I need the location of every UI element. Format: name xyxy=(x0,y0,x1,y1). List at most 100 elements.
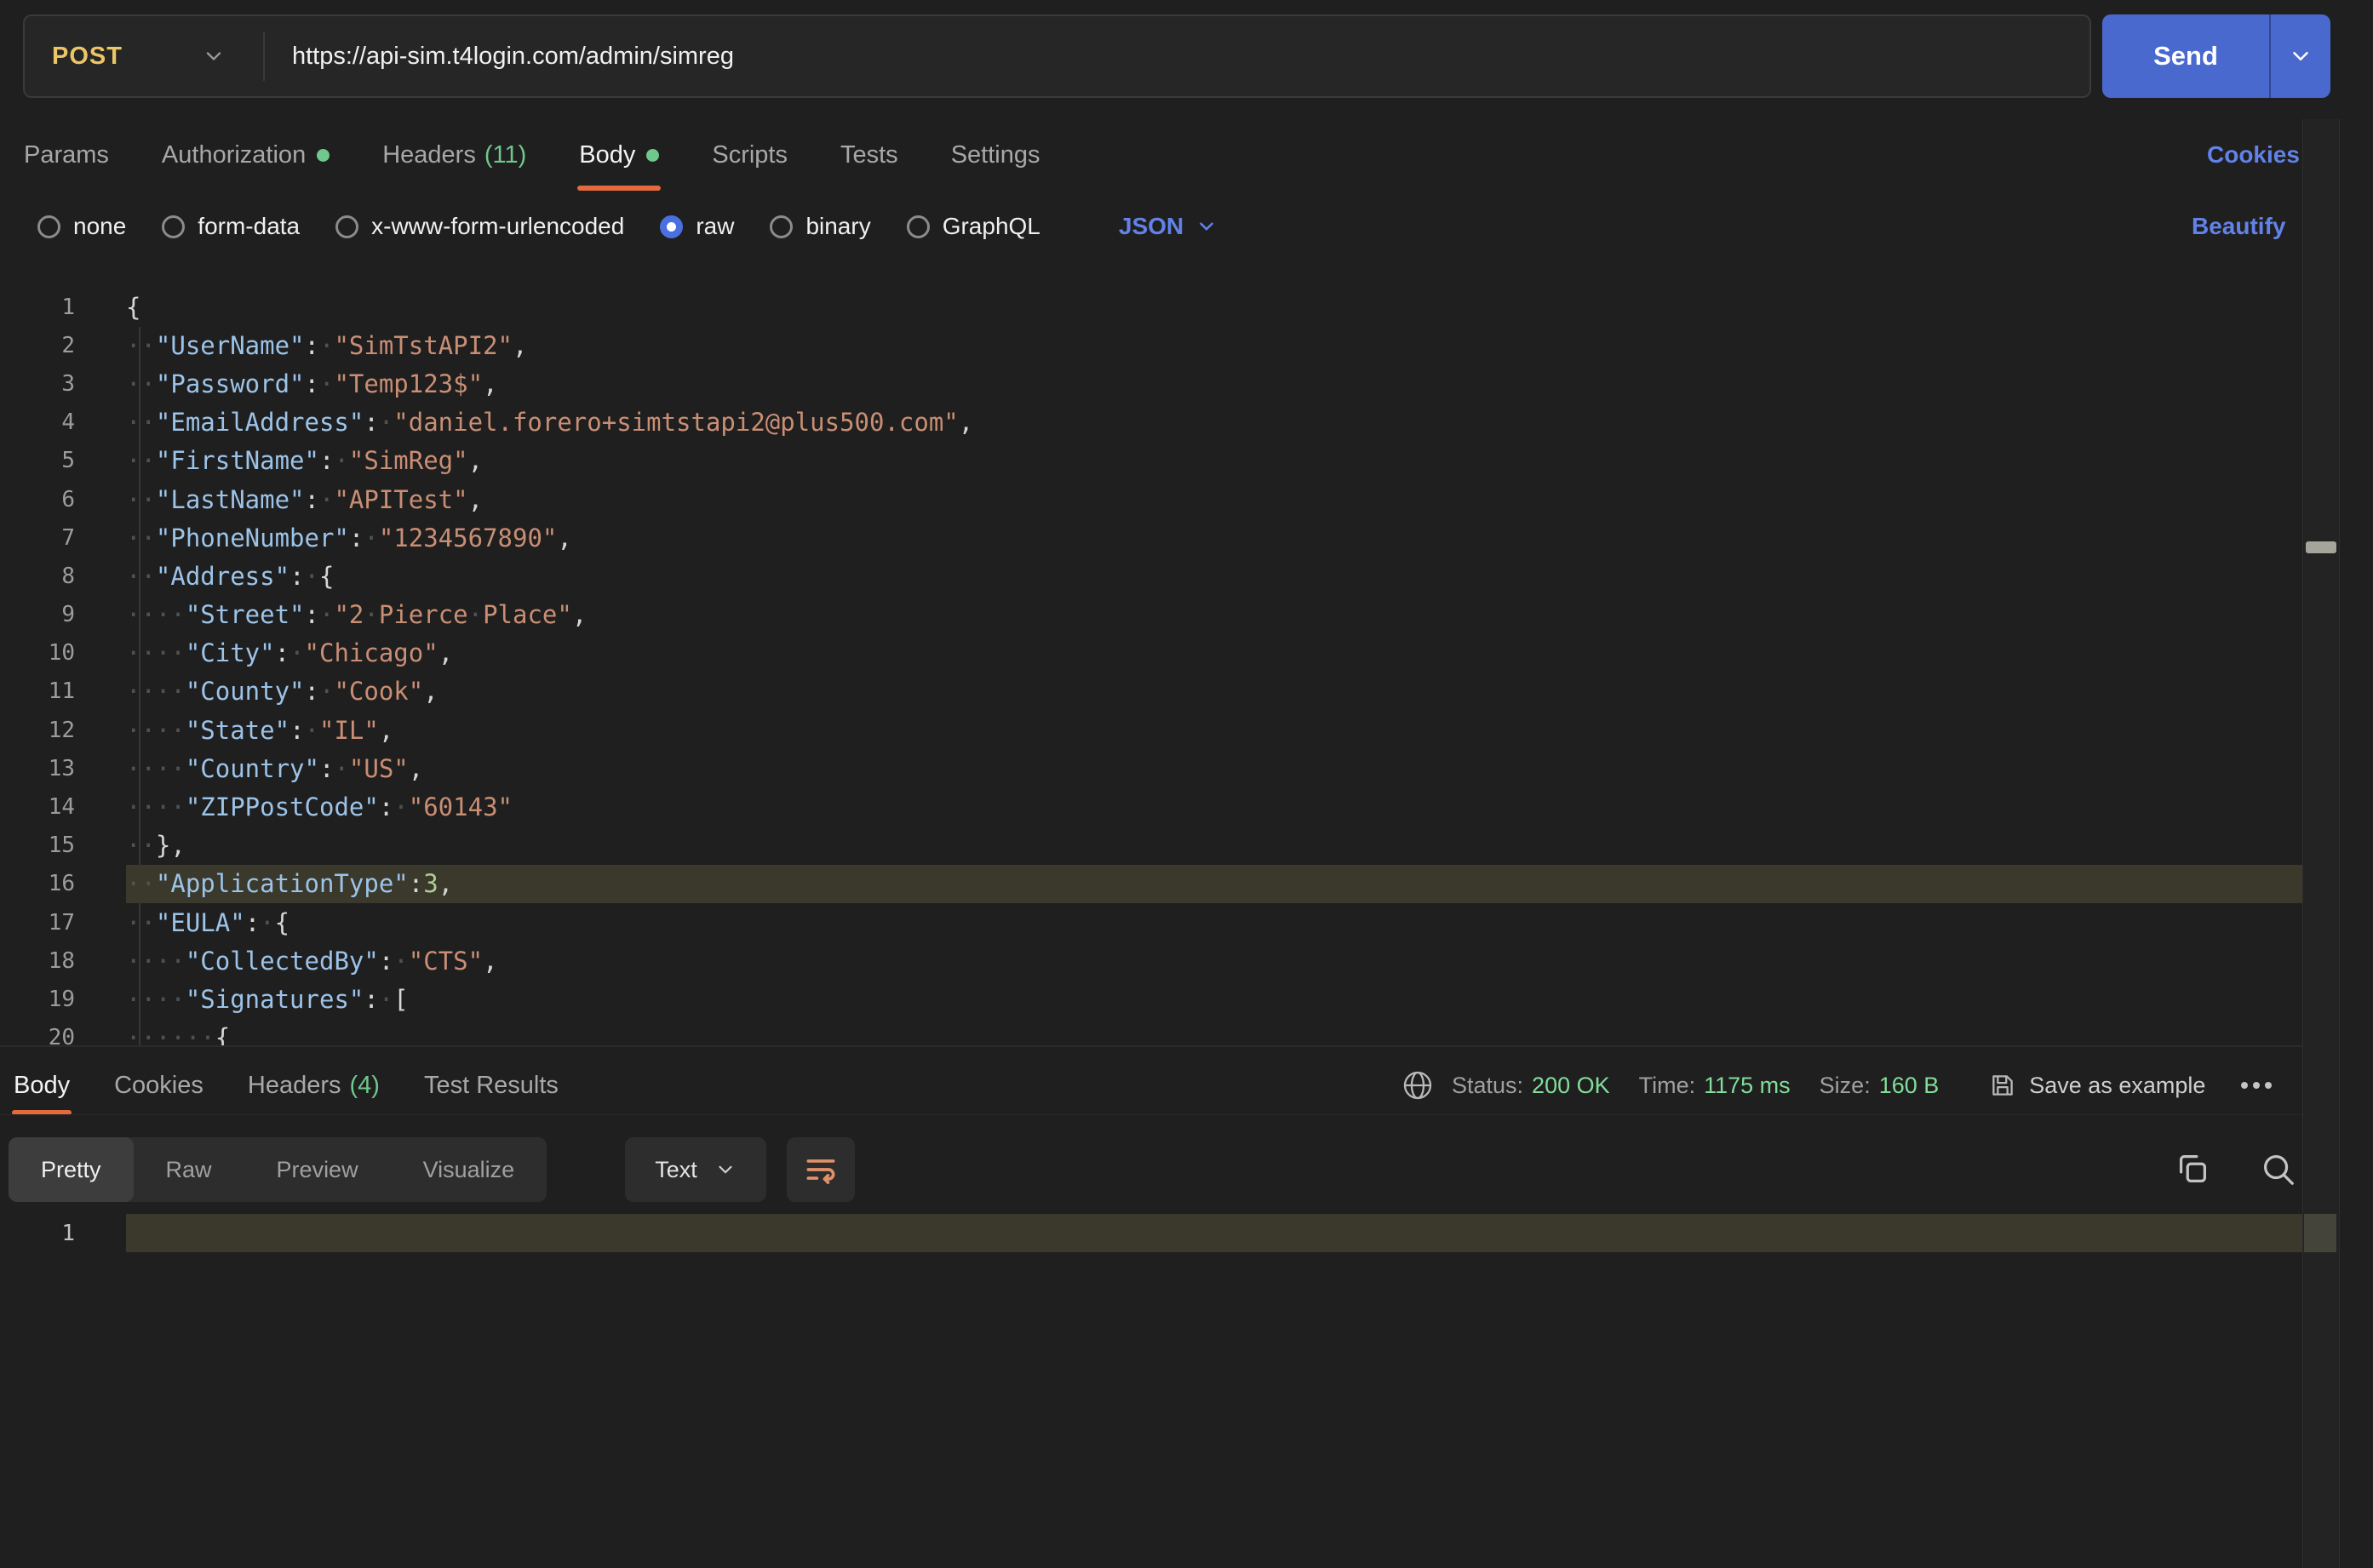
json-punctuation: : xyxy=(275,638,289,667)
json-key: "County" xyxy=(186,677,305,706)
line-number: 1 xyxy=(0,295,75,320)
chevron-down-icon xyxy=(202,44,226,68)
whitespace-dots: ·· xyxy=(126,446,156,475)
line-number: 5 xyxy=(0,448,75,473)
send-options-button[interactable] xyxy=(2271,14,2330,98)
line-number: 2 xyxy=(0,333,75,358)
mode-binary[interactable]: binary xyxy=(770,213,870,240)
json-string: "Cook" xyxy=(334,677,423,706)
modified-dot xyxy=(646,149,659,162)
response-body-viewer[interactable]: 1 xyxy=(0,1214,2302,1252)
search-response-button[interactable] xyxy=(2258,1149,2297,1188)
code-line-19[interactable]: 19····"Signatures":·[ xyxy=(0,980,2302,1018)
tab-authorization[interactable]: Authorization xyxy=(162,119,330,191)
save-as-example-button[interactable]: Save as example xyxy=(2029,1073,2205,1099)
more-options-icon[interactable] xyxy=(2241,1082,2272,1089)
code-line-1[interactable]: 1{ xyxy=(0,288,2302,326)
line-number: 17 xyxy=(0,910,75,936)
view-pretty[interactable]: Pretty xyxy=(9,1137,134,1202)
response-tab-cookies[interactable]: Cookies xyxy=(114,1056,203,1115)
code-line-5[interactable]: 5··"FirstName":·"SimReg", xyxy=(0,442,2302,480)
time-value[interactable]: 1175 ms xyxy=(1704,1073,1791,1099)
json-punctuation: : xyxy=(319,446,334,475)
json-string: "1234567890" xyxy=(379,524,558,552)
code-line-2[interactable]: 2··"UserName":·"SimTstAPI2", xyxy=(0,326,2302,364)
view-preview[interactable]: Preview xyxy=(244,1137,391,1202)
request-body-editor[interactable]: 1{2··"UserName":·"SimTstAPI2",3··"Passwo… xyxy=(0,288,2302,1045)
code-line-17[interactable]: 17··"EULA":·{ xyxy=(0,903,2302,941)
whitespace-dots: ···· xyxy=(126,754,186,783)
code-line-12[interactable]: 12····"State":·"IL", xyxy=(0,711,2302,749)
code-line-18[interactable]: 18····"CollectedBy":·"CTS", xyxy=(0,941,2302,980)
response-tab-headers[interactable]: Headers (4) xyxy=(248,1056,380,1115)
code-line-11[interactable]: 11····"County":·"Cook", xyxy=(0,672,2302,711)
scrollbar-thumb[interactable] xyxy=(2306,541,2336,553)
code-text: ······{ xyxy=(126,1023,230,1045)
mode-form-data[interactable]: form-data xyxy=(162,213,300,240)
line-number: 7 xyxy=(0,525,75,551)
tab-tests[interactable]: Tests xyxy=(840,119,898,191)
code-line-9[interactable]: 9····"Street":·"2·Pierce·Place", xyxy=(0,596,2302,634)
network-globe-icon[interactable] xyxy=(1401,1068,1435,1102)
code-line-14[interactable]: 14····"ZIPPostCode":·"60143" xyxy=(0,787,2302,826)
tab-params[interactable]: Params xyxy=(24,119,109,191)
beautify-link[interactable]: Beautify xyxy=(2192,196,2285,257)
json-string: "2·Pierce·Place" xyxy=(334,600,571,629)
wrap-text-button[interactable] xyxy=(787,1137,855,1202)
mode-raw[interactable]: raw xyxy=(660,213,734,240)
json-punctuation: , xyxy=(513,331,527,360)
whitespace-dots: ·· xyxy=(126,908,156,937)
size-value[interactable]: 160 B xyxy=(1879,1073,1940,1099)
json-string: "US" xyxy=(349,754,409,783)
mode-graphql[interactable]: GraphQL xyxy=(907,213,1040,240)
method-select[interactable]: POST xyxy=(25,16,263,96)
tab-headers[interactable]: Headers (11) xyxy=(382,119,526,191)
mode-none[interactable]: none xyxy=(37,213,126,240)
code-line-20[interactable]: 20 ······{ xyxy=(0,1019,2302,1045)
view-raw[interactable]: Raw xyxy=(134,1137,244,1202)
response-meta: Status: 200 OK Time: 1175 ms Size: 160 B… xyxy=(1401,1056,2326,1115)
whitespace-dots: · xyxy=(393,793,408,821)
tab-body[interactable]: Body xyxy=(579,119,659,191)
response-tab-body[interactable]: Body xyxy=(14,1056,70,1115)
json-punctuation: , xyxy=(468,485,483,514)
send-button[interactable]: Send xyxy=(2102,14,2269,98)
code-line-7[interactable]: 7··"PhoneNumber":·"1234567890", xyxy=(0,518,2302,557)
whitespace-dots: · xyxy=(379,408,393,437)
request-tabs: Params Authorization Headers (11) Body S… xyxy=(24,119,1040,191)
url-input[interactable]: https://api-sim.t4login.com/admin/simreg xyxy=(265,43,734,71)
code-line-15[interactable]: 15··}, xyxy=(0,827,2302,865)
code-text: ····"County":·"Cook", xyxy=(126,677,438,706)
request-response-divider[interactable] xyxy=(0,1045,2302,1047)
chevron-down-icon xyxy=(714,1159,737,1181)
scrollbar-track[interactable] xyxy=(2302,119,2340,1568)
line-number: 20 xyxy=(0,1025,75,1045)
line-number: 1 xyxy=(0,1221,75,1246)
mode-x-www-form-urlencoded[interactable]: x-www-form-urlencoded xyxy=(335,213,624,240)
code-line-4[interactable]: 4··"EmailAddress":·"daniel.forero+simtst… xyxy=(0,403,2302,442)
code-line-3[interactable]: 3··"Password":·"Temp123$", xyxy=(0,364,2302,403)
status-value[interactable]: 200 OK xyxy=(1532,1073,1610,1099)
code-line-8[interactable]: 8··"Address":·{ xyxy=(0,557,2302,595)
tab-settings[interactable]: Settings xyxy=(951,119,1040,191)
whitespace-dots: · xyxy=(319,331,334,360)
code-text: ····"ZIPPostCode":·"60143" xyxy=(126,793,513,821)
response-format-select[interactable]: Text xyxy=(625,1137,766,1202)
code-line-1[interactable]: 1 xyxy=(0,1214,2302,1252)
json-punctuation: , xyxy=(409,754,423,783)
json-key: "EmailAddress" xyxy=(156,408,364,437)
language-select[interactable]: JSON xyxy=(1119,213,1218,240)
cookies-link[interactable]: Cookies xyxy=(2207,119,2300,191)
json-punctuation: : xyxy=(319,754,334,783)
code-line-6[interactable]: 6··"LastName":·"APITest", xyxy=(0,480,2302,518)
code-line-16[interactable]: 16··"ApplicationType":3, xyxy=(0,865,2302,903)
copy-response-button[interactable] xyxy=(2173,1149,2212,1188)
response-tab-test-results[interactable]: Test Results xyxy=(424,1056,559,1115)
code-line-13[interactable]: 13····"Country":·"US", xyxy=(0,749,2302,787)
tab-scripts[interactable]: Scripts xyxy=(712,119,788,191)
line-number: 12 xyxy=(0,718,75,743)
response-scrollbar-thumb[interactable] xyxy=(2304,1214,2336,1252)
json-string: "SimTstAPI2" xyxy=(334,331,513,360)
view-visualize[interactable]: Visualize xyxy=(391,1137,547,1202)
code-line-10[interactable]: 10····"City":·"Chicago", xyxy=(0,634,2302,672)
